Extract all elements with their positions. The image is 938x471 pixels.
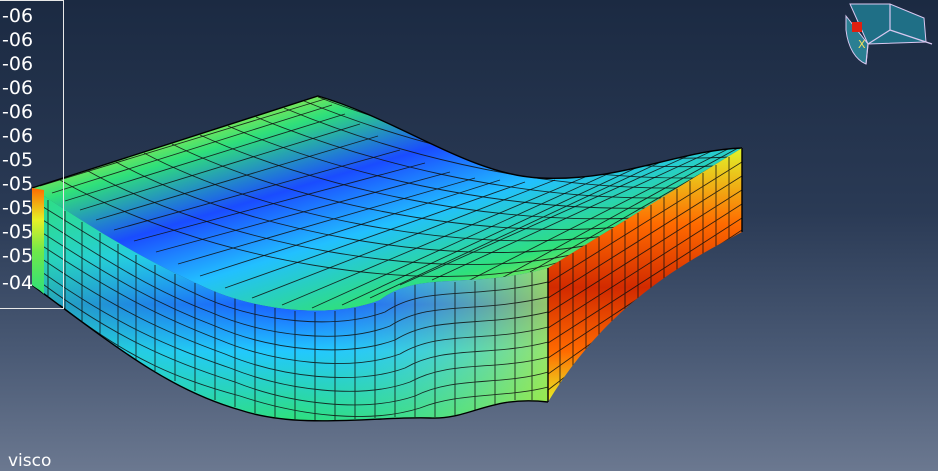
- origin-marker: [852, 22, 862, 32]
- legend-label: -05: [2, 245, 34, 267]
- legend-label: -05: [2, 173, 34, 195]
- legend-label: -05: [2, 197, 34, 219]
- legend-label: -04: [2, 272, 34, 294]
- step-label: visco: [8, 451, 52, 471]
- view-cube-triad[interactable]: X: [838, 0, 938, 68]
- deformed-mesh-model[interactable]: [0, 0, 938, 471]
- legend-label: -05: [2, 149, 34, 171]
- contour-legend: -06 -06 -06 -06 -06 -06 -05 -05 -05 -05 …: [0, 0, 64, 309]
- legend-label: -05: [2, 221, 34, 243]
- triad-axis-label: X: [858, 38, 866, 51]
- legend-label: -06: [2, 125, 34, 147]
- legend-label: -06: [2, 53, 34, 75]
- legend-label: -06: [2, 77, 34, 99]
- viewport[interactable]: -06 -06 -06 -06 -06 -06 -05 -05 -05 -05 …: [0, 0, 938, 471]
- legend-label: -06: [2, 29, 34, 51]
- legend-label: -06: [2, 101, 34, 123]
- legend-label: -06: [2, 5, 34, 27]
